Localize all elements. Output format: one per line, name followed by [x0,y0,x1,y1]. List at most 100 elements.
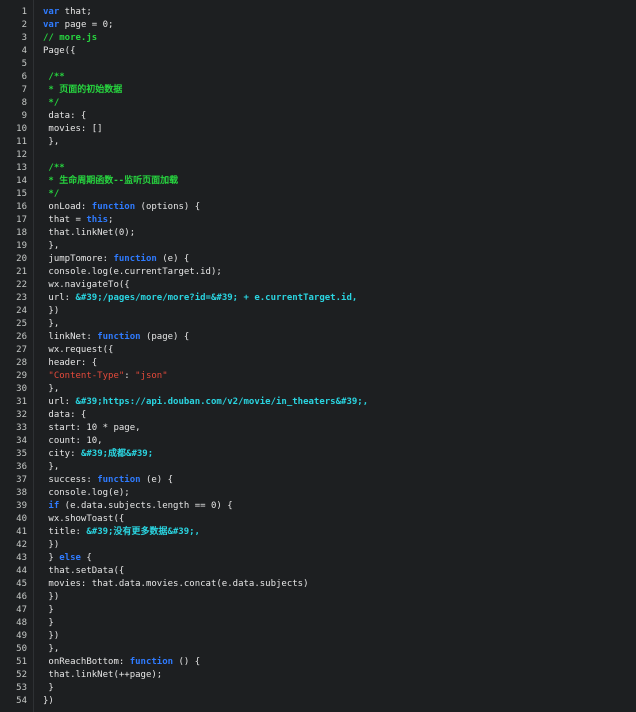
code-line[interactable]: 14 * 生命周期函数--监听页面加载 [0,175,636,188]
code-text: that.setData({ [43,565,124,578]
code-token: jumpTomore: [43,254,114,264]
code-line[interactable]: 25 }, [0,318,636,331]
code-text: }, [43,383,59,396]
code-token: title: [43,527,87,537]
code-line[interactable]: 26 linkNet: function (page) { [0,331,636,344]
code-line[interactable]: 28 header: { [0,357,636,370]
line-number: 46 [16,592,27,602]
code-lines[interactable]: 1 var that; 2 var page = 0; 3 // more.js 4 Page… [0,6,636,708]
code-text: /** [43,162,64,175]
code-line[interactable]: 4 Page({ [0,45,636,58]
code-text: }, [43,318,59,331]
code-text: console.log(e.currentTarget.id); [43,266,221,279]
code-line[interactable]: 48 } [0,617,636,630]
code-line[interactable]: 36 }, [0,461,636,474]
code-line[interactable]: 43 } else { [0,552,636,565]
code-text: wx.showToast({ [43,513,124,526]
line-number: 21 [16,267,27,277]
code-line[interactable]: 9 data: { [0,110,636,123]
code-line[interactable]: 7 * 页面的初始数据 [0,84,636,97]
code-token: }) [43,540,60,550]
code-token: url: [43,397,76,407]
code-token: Page({ [43,46,76,56]
code-line[interactable]: 41 title: &#39;没有更多数据&#39;, [0,526,636,539]
line-number: 11 [16,137,27,147]
code-line[interactable]: 45 movies: that.data.movies.concat(e.dat… [0,578,636,591]
code-line[interactable]: 17 that = this; [0,214,636,227]
line-number: 5 [21,59,27,69]
code-line[interactable]: 6 /** [0,71,636,84]
code-line[interactable]: 31 url: &#39;https://api.douban.com/v2/m… [0,396,636,409]
line-number: 24 [16,306,27,316]
code-editor[interactable]: 1 var that; 2 var page = 0; 3 // more.js 4 Page… [0,0,636,712]
code-line[interactable]: 27 wx.request({ [0,344,636,357]
code-token: linkNet: [43,332,98,342]
code-token: else [59,553,81,563]
code-text: }, [43,136,59,149]
code-line[interactable]: 23 url: &#39;/pages/more/more?id=&#39; +… [0,292,636,305]
code-line[interactable]: 33 start: 10 * page, [0,422,636,435]
line-number: 49 [16,631,27,641]
line-number: 9 [21,111,27,121]
code-line[interactable]: 15 */ [0,188,636,201]
code-line[interactable]: 19 }, [0,240,636,253]
code-text: */ [43,97,59,110]
line-number: 15 [16,189,27,199]
line-number: 19 [16,241,27,251]
code-line[interactable]: 30 }, [0,383,636,396]
code-line[interactable]: 20 jumpTomore: function (e) { [0,253,636,266]
line-number: 42 [16,540,27,550]
code-line[interactable]: 21 console.log(e.currentTarget.id); [0,266,636,279]
code-line[interactable]: 54}) [0,695,636,708]
code-line[interactable]: 49 }) [0,630,636,643]
code-line[interactable]: 46 }) [0,591,636,604]
code-token: () { [173,657,201,667]
code-text: console.log(e); [43,487,130,500]
line-number: 35 [16,449,27,459]
code-line[interactable]: 16 onLoad: function (options) { [0,201,636,214]
code-text: } [43,604,53,617]
code-line[interactable]: 37 success: function (e) { [0,474,636,487]
code-token: &#39;没有更多数据&#39;, [86,527,200,537]
code-token: * 页面的初始数据 [43,85,123,95]
code-line[interactable]: 53 } [0,682,636,695]
code-line[interactable]: 40 wx.showToast({ [0,513,636,526]
code-line[interactable]: 8 */ [0,97,636,110]
code-token: movies: [] [43,124,103,134]
line-number: 1 [21,7,27,17]
code-token: that; [59,7,92,17]
code-token: &#39;/pages/more/more?id=&#39; + e.curre… [75,293,358,303]
code-line[interactable]: 39 if (e.data.subjects.length == 0) { [0,500,636,513]
code-text: city: &#39;成都&#39; [43,448,153,461]
code-line[interactable]: 34 count: 10, [0,435,636,448]
code-line[interactable]: 10 movies: [] [0,123,636,136]
code-token: onReachBottom: [43,657,130,667]
code-line[interactable]: 5 [0,58,636,71]
code-line[interactable]: 1 var that; [0,6,636,19]
code-line[interactable]: 35 city: &#39;成都&#39; [0,448,636,461]
code-line[interactable]: 52 that.linkNet(++page); [0,669,636,682]
code-line[interactable]: 22 wx.navigateTo({ [0,279,636,292]
code-line[interactable]: 47 } [0,604,636,617]
line-number: 4 [21,46,27,56]
code-line[interactable]: 42 }) [0,539,636,552]
code-token: console.log(e); [43,488,130,498]
code-line[interactable]: 32 data: { [0,409,636,422]
code-token: }, [43,644,60,654]
code-line[interactable]: 50 }, [0,643,636,656]
code-line[interactable]: 51 onReachBottom: function () { [0,656,636,669]
code-line[interactable]: 13 /** [0,162,636,175]
code-token: }, [43,137,60,147]
code-line[interactable]: 2 var page = 0; [0,19,636,32]
code-line[interactable]: 3 // more.js [0,32,636,45]
code-line[interactable]: 29 "Content-Type": "json" [0,370,636,383]
code-line[interactable]: 12 [0,149,636,162]
code-line[interactable]: 18 that.linkNet(0); [0,227,636,240]
code-line[interactable]: 11 }, [0,136,636,149]
code-text: onReachBottom: function () { [43,656,200,669]
code-line[interactable]: 24 }) [0,305,636,318]
code-line[interactable]: 38 console.log(e); [0,487,636,500]
code-text: if (e.data.subjects.length == 0) { [43,500,232,513]
code-line[interactable]: 44 that.setData({ [0,565,636,578]
code-token: &#39;成都&#39; [80,449,154,459]
